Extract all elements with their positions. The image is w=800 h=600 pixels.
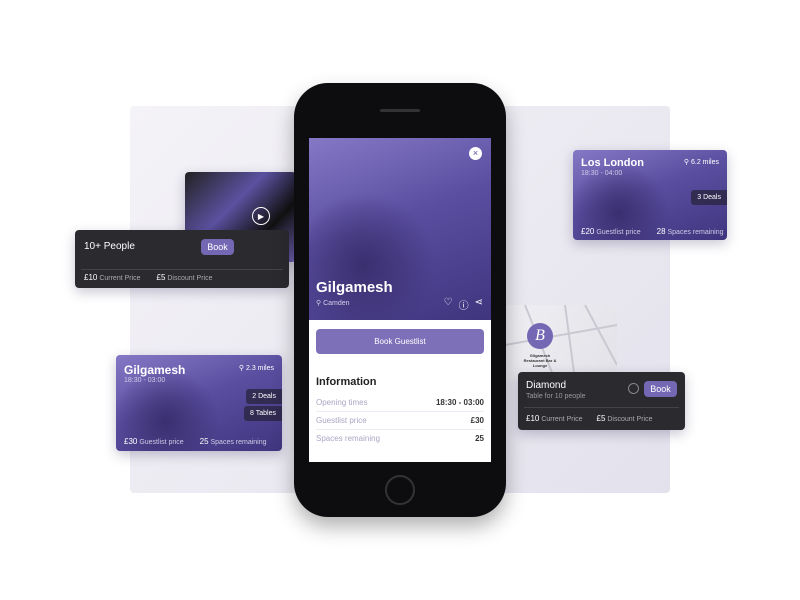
pin-icon: ⚲ <box>683 159 690 166</box>
map-pin[interactable]: B <box>527 323 553 349</box>
venue-card-los-london[interactable]: Los London ⚲ 6.2 miles 18:30 - 04:00 3 D… <box>573 150 727 240</box>
select-radio[interactable] <box>628 383 639 394</box>
people-deal-card: 10+ People Book £10 Current Price £5 Dis… <box>75 230 289 288</box>
deal-title: Diamond <box>526 380 567 391</box>
distance: 2.3 miles <box>245 365 274 372</box>
home-button[interactable] <box>385 475 415 505</box>
venue-title: Gilgamesh <box>124 363 186 377</box>
book-guestlist-button[interactable]: Book Guestlist <box>316 329 484 354</box>
price: £20 <box>581 227 595 236</box>
play-icon[interactable]: ▶ <box>252 207 270 225</box>
venue-location: Camden <box>323 300 350 307</box>
price-label: Guestlist price <box>596 229 641 236</box>
venue-hero: × Gilgamesh ⚲ Camden ♡ ⓘ ⋖ <box>309 138 491 320</box>
speaker <box>380 109 420 112</box>
distance: 6.2 miles <box>690 159 719 166</box>
deals-badge: 3 Deals <box>691 190 727 205</box>
info-row: Opening times 18:30 - 03:00 <box>316 394 484 412</box>
book-button[interactable]: Book <box>201 239 234 255</box>
map[interactable]: B Gilgamesh Restaurant Bar & Lounge <box>505 305 617 380</box>
price: £30 <box>124 437 138 446</box>
discount-price-label: Discount Price <box>167 275 213 282</box>
venue-card-gilgamesh[interactable]: Gilgamesh ⚲ 2.3 miles 18:30 - 03:00 2 De… <box>116 355 282 451</box>
diamond-deal-card: Diamond Table for 10 people Book £10 Cur… <box>518 372 685 430</box>
information-heading: Information <box>316 376 377 388</box>
book-button[interactable]: Book <box>644 381 677 397</box>
map-place-label: Gilgamesh Restaurant Bar & Lounge <box>523 353 557 368</box>
tables-badge: 8 Tables <box>244 406 282 421</box>
venue-title: Los London <box>581 157 644 169</box>
discount-price: £5 <box>596 414 606 423</box>
info-row: Guestlist price £30 <box>316 412 484 430</box>
current-price-label: Current Price <box>541 416 583 423</box>
pin-icon: ⚲ <box>316 300 322 307</box>
venue-title: Gilgamesh <box>316 279 393 296</box>
share-icon[interactable]: ⋖ <box>475 297 483 312</box>
current-price: £10 <box>526 414 540 423</box>
info-table: Opening times 18:30 - 03:00 Guestlist pri… <box>316 394 484 447</box>
heart-icon[interactable]: ♡ <box>444 297 453 312</box>
phone-screen: × Gilgamesh ⚲ Camden ♡ ⓘ ⋖ Book Guestlist … <box>309 138 491 462</box>
deal-subtitle: Table for 10 people <box>526 393 586 400</box>
info-row: Spaces remaining 25 <box>316 434 484 443</box>
map-roads <box>505 305 617 380</box>
hours: 18:30 - 04:00 <box>581 170 623 177</box>
spaces: 28 <box>656 227 666 236</box>
info-icon[interactable]: ⓘ <box>459 297 469 312</box>
price-label: Guestlist price <box>139 439 184 446</box>
close-icon[interactable]: × <box>469 147 482 160</box>
deal-title: 10+ People <box>84 241 135 252</box>
discount-price-label: Discount Price <box>607 416 653 423</box>
current-price-label: Current Price <box>99 275 141 282</box>
current-price: £10 <box>84 273 98 282</box>
spaces-label: Spaces remaining <box>667 229 724 236</box>
spaces-label: Spaces remaining <box>210 439 267 446</box>
spaces: 25 <box>199 437 209 446</box>
deals-badge: 2 Deals <box>246 389 282 404</box>
discount-price: £5 <box>156 273 166 282</box>
hours: 18:30 - 03:00 <box>124 377 166 384</box>
pin-icon: ⚲ <box>238 365 245 372</box>
